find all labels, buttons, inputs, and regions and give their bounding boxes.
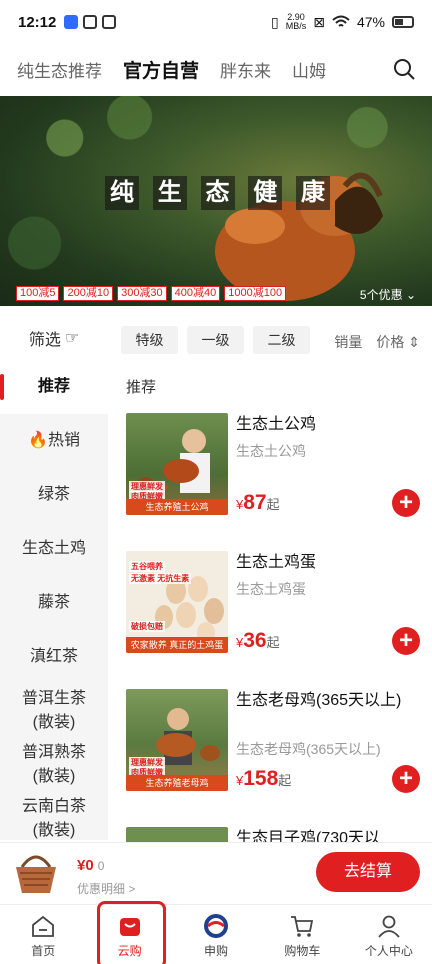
message-notification-icon [83, 15, 98, 29]
promo-banner[interactable]: 纯 生 态 健 康 100减5 200减10 300减30 400减40 100… [0, 96, 432, 306]
product-image: 理惠鲜发 肉质鲜嫩 生态养殖土公鸡 [126, 413, 228, 515]
sidebar-item-hot[interactable]: 🔥热销 [0, 414, 108, 468]
product-name: 生态老母鸡(365天以上) [236, 692, 402, 709]
vibrate-icon: ▯ [271, 13, 279, 30]
discount-detail-link[interactable]: 优惠明细 > [77, 880, 135, 897]
sidebar-item-ripe-puer[interactable]: 普洱熟茶(散装) [0, 738, 108, 792]
product-subtitle: 生态土鸡蛋 [236, 581, 306, 597]
product-tag: 无激素 无抗生素 [129, 573, 192, 584]
add-to-cart-button[interactable]: + [392, 765, 420, 793]
status-time: 12:12 [18, 13, 57, 31]
add-to-cart-button[interactable]: + [392, 627, 420, 655]
sidebar-item-eco-chicken[interactable]: 生态土鸡 [0, 522, 108, 576]
sort-price[interactable]: 价格 ⇕ [376, 332, 420, 352]
sort-sales[interactable]: 销量 [334, 332, 362, 352]
coupon-tag[interactable]: 200减10 [63, 286, 114, 301]
apply-buy-logo-icon [204, 914, 229, 938]
user-icon [378, 915, 400, 938]
battery-icon [392, 16, 414, 28]
tab-sams[interactable]: 山姆 [292, 57, 326, 82]
download-notification-icon [102, 15, 117, 29]
filter-button[interactable]: 筛选 ☞ [0, 318, 108, 358]
product-price: ¥87起 [236, 491, 280, 514]
bottom-nav: 首页 云购 申购 购物车 个人中心 [0, 901, 432, 964]
product-price: ¥36起 [236, 629, 280, 652]
product-card[interactable]: 理惠鲜发 肉质鲜嫩 生态养殖土公鸡 生态土公鸡 生态土公鸡 ¥87起 + [126, 413, 422, 543]
coupon-tag[interactable]: 400减40 [170, 286, 221, 301]
sidebar-item-recommend[interactable]: 推荐 [0, 360, 108, 414]
grade-filter: 特级 一级 二级 [121, 326, 310, 354]
add-to-cart-button[interactable]: + [392, 489, 420, 517]
product-subtitle: 生态老母鸡(365天以上) [236, 741, 381, 757]
product-image [126, 827, 228, 842]
grade-second[interactable]: 二级 [253, 326, 310, 354]
wifi-icon [332, 15, 350, 27]
nav-home[interactable]: 首页 [0, 905, 86, 964]
home-icon [32, 915, 55, 937]
tab-pangdonglai[interactable]: 胖东来 [220, 57, 271, 82]
sidebar-item-vine-tea[interactable]: 藤茶 [0, 576, 108, 630]
sort-options: 销量 价格 ⇕ [334, 332, 420, 352]
nav-cloud-buy[interactable]: 云购 [86, 901, 172, 964]
cart-icon [291, 916, 314, 937]
coupon-tag[interactable]: 1000减100 [224, 286, 287, 301]
product-image-label: 生态养殖土公鸡 [126, 499, 228, 515]
product-image: 五谷喂养 无激素 无抗生素 破损包赔 农家散养 真正的土鸡蛋 [126, 551, 228, 653]
top-tab-bar: 纯生态推荐 官方自营 胖东来 山姆 [0, 44, 432, 94]
basket-icon[interactable] [12, 851, 60, 895]
cart-total: ¥0 0 [77, 857, 105, 874]
grade-first[interactable]: 一级 [187, 326, 244, 354]
coupon-tag[interactable]: 100减5 [16, 286, 60, 301]
sidebar-item-raw-puer[interactable]: 普洱生茶(散装) [0, 684, 108, 738]
pointing-hand-icon: ☞ [64, 330, 80, 347]
app-notification-icon [64, 15, 79, 29]
section-title: 推荐 [126, 379, 157, 396]
coupon-list: 100减5 200减10 300减30 400减40 1000减100 [16, 286, 287, 301]
tab-eco-recommend[interactable]: 纯生态推荐 [17, 57, 102, 82]
product-card[interactable]: 五谷喂养 无激素 无抗生素 破损包赔 农家散养 真正的土鸡蛋 生态土鸡蛋 生态土… [126, 551, 422, 681]
no-sim-icon: ⊠ [313, 13, 325, 30]
sidebar-item-white-tea[interactable]: 云南白茶(散装) [0, 792, 108, 846]
product-name: 生态土公鸡 [236, 416, 317, 433]
category-sidebar: 推荐 🔥热销 绿茶 生态土鸡 藤茶 滇红茶 普洱生茶(散装) 普洱熟茶(散装) … [0, 360, 108, 840]
product-tag: 五谷喂养 [129, 561, 165, 572]
banner-slogan: 纯 生 态 健 康 [105, 176, 330, 210]
cart-bar: ¥0 0 优惠明细 > 去结算 [0, 842, 432, 904]
network-speed: 2.90 MB/s [285, 12, 307, 31]
filter-label: 筛选 [28, 332, 61, 349]
promo-count-link[interactable]: 5个优惠 ⌄ [360, 286, 416, 303]
product-name: 生态目子鸡(730天以 [236, 830, 381, 842]
coupon-tag[interactable]: 300减30 [117, 286, 167, 301]
status-bar: 12:12 ▯ 2.90 MB/s ⊠ 47% [0, 0, 432, 44]
battery-percent: 47% [356, 14, 385, 30]
product-image: 理惠鲜发 肉质鲜嫩 生态养殖老母鸡 [126, 689, 228, 791]
sidebar-item-green-tea[interactable]: 绿茶 [0, 468, 108, 522]
product-image-label: 生态养殖老母鸡 [126, 775, 228, 791]
product-tag: 破损包赔 [129, 621, 165, 632]
sort-arrows-icon: ⇕ [408, 334, 420, 350]
nav-cart[interactable]: 购物车 [259, 905, 345, 964]
search-icon[interactable] [392, 57, 416, 81]
product-price: ¥158起 [236, 767, 292, 790]
grade-premium[interactable]: 特级 [121, 326, 178, 354]
checkout-button[interactable]: 去结算 [316, 852, 420, 892]
nav-apply-buy[interactable]: 申购 [173, 905, 259, 964]
tab-official-store[interactable]: 官方自营 [123, 56, 199, 83]
product-card[interactable]: 理惠鲜发 肉质鲜嫩 生态养殖老母鸡 生态老母鸡(365天以上) 生态老母鸡(36… [126, 689, 422, 819]
product-image-label: 农家散养 真正的土鸡蛋 [126, 637, 228, 653]
shopping-bag-icon [119, 918, 140, 936]
nav-profile[interactable]: 个人中心 [346, 905, 432, 964]
product-subtitle: 生态土公鸡 [236, 443, 306, 459]
product-name: 生态土鸡蛋 [236, 554, 317, 571]
sidebar-item-dianhong-tea[interactable]: 滇红茶 [0, 630, 108, 684]
product-card[interactable]: 生态目子鸡(730天以 [126, 827, 422, 842]
